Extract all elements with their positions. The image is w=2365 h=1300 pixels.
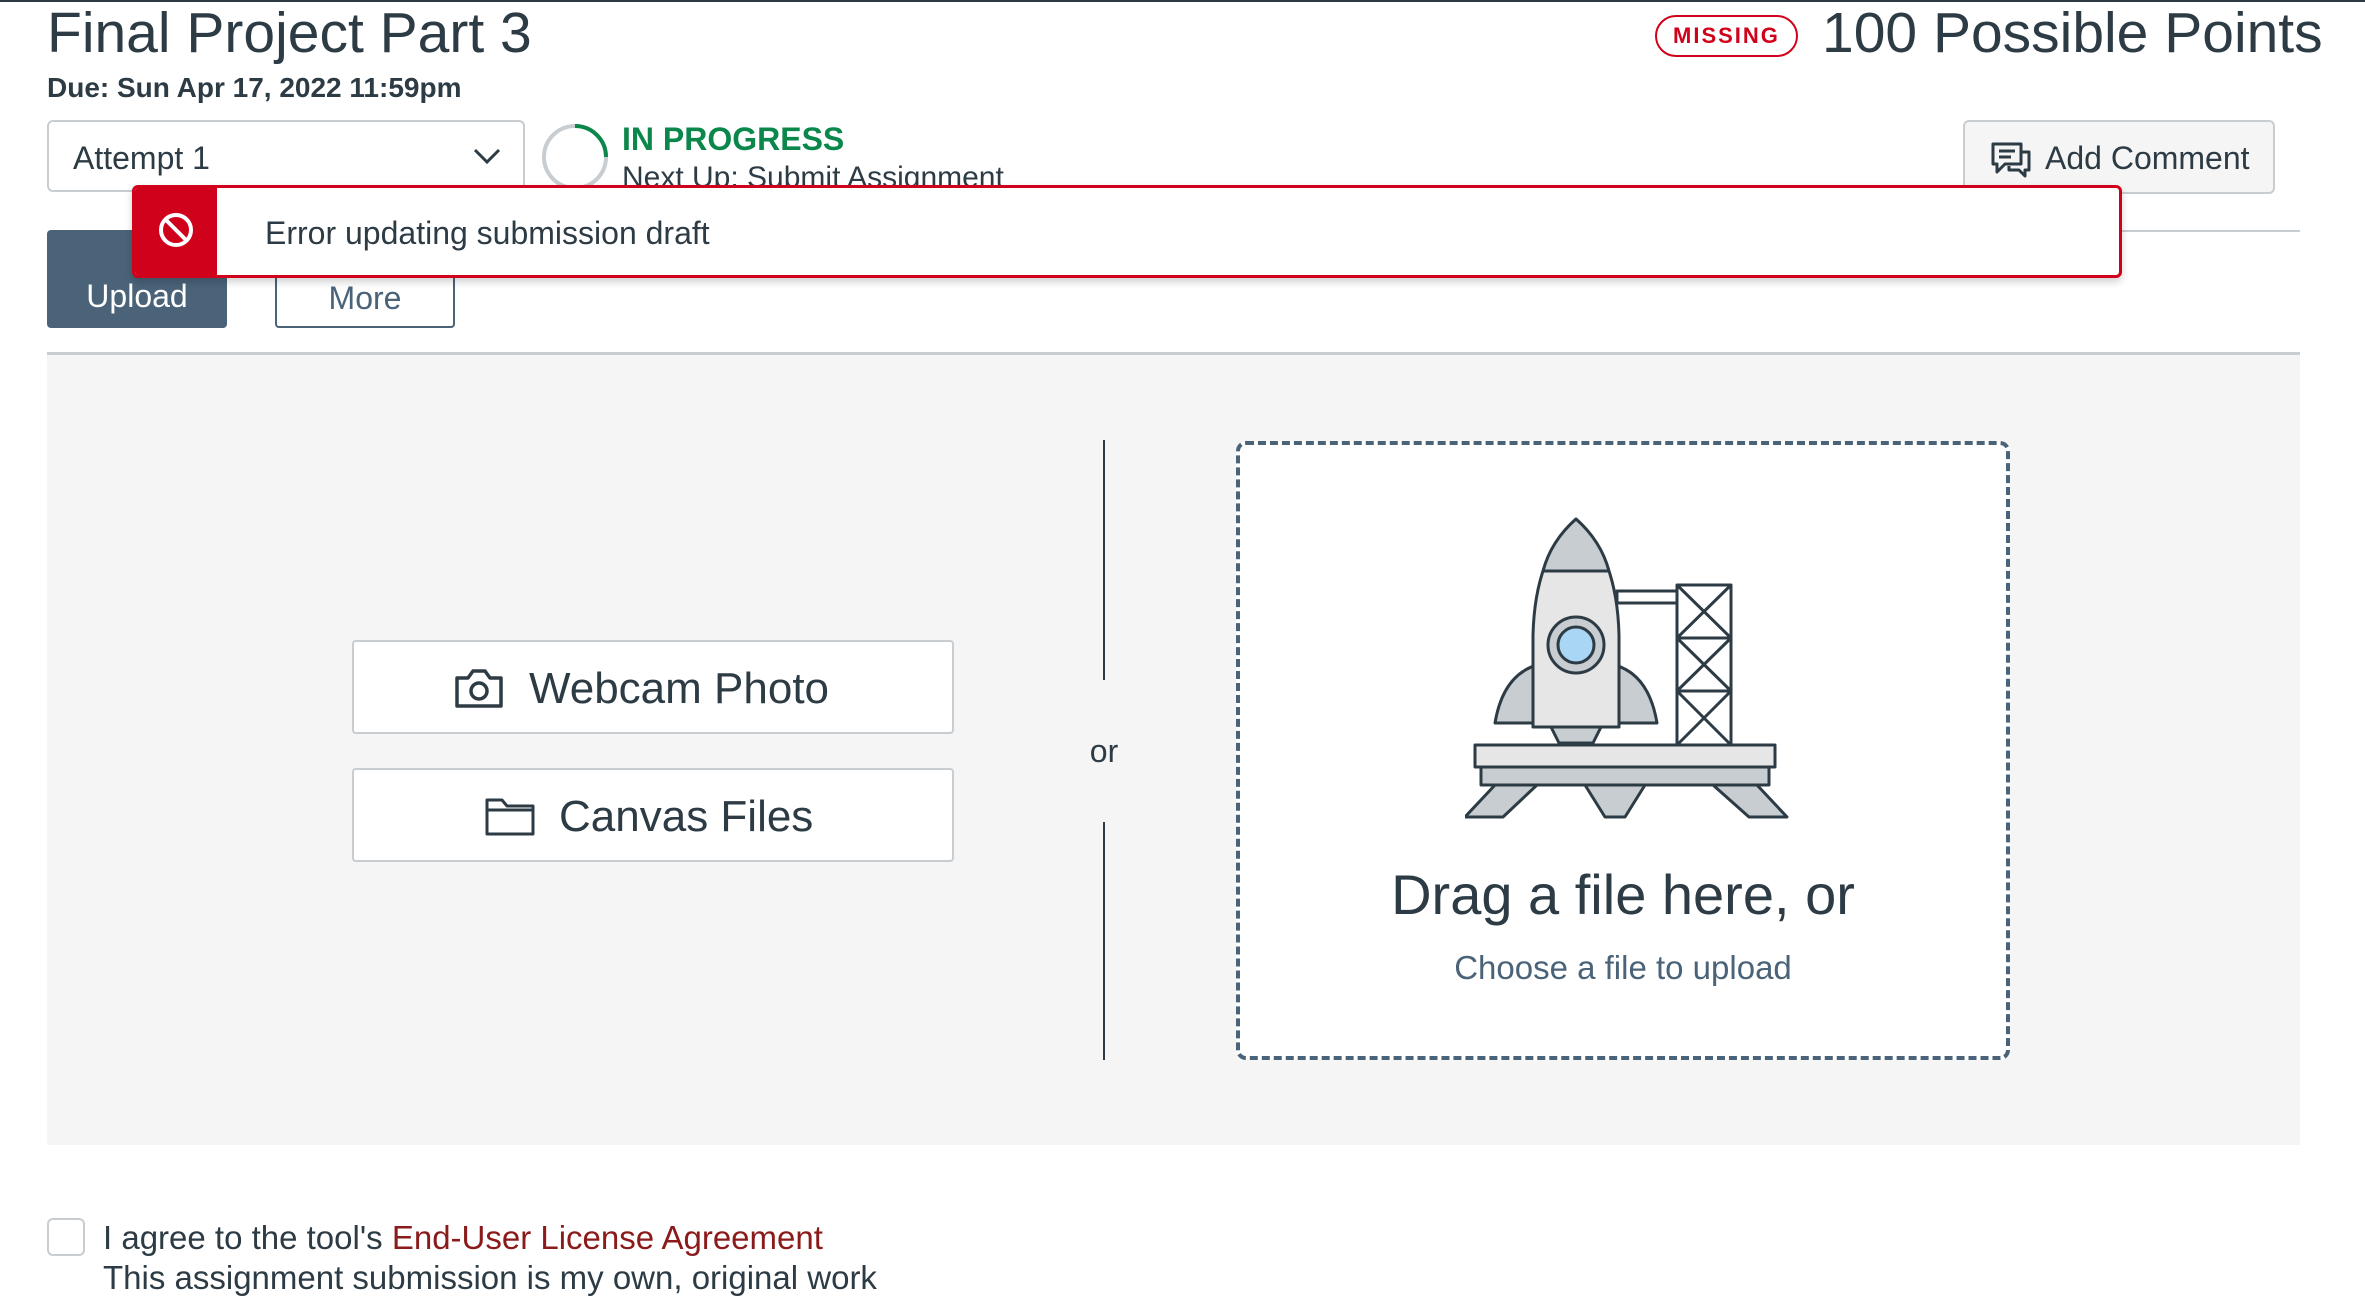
tab-more-label: More — [328, 280, 402, 316]
canvas-files-label: Canvas Files — [559, 792, 814, 841]
or-separator: or — [1089, 733, 1119, 769]
eula-prefix: I agree to the tool's — [103, 1219, 392, 1256]
progress-ring-icon — [542, 124, 608, 190]
drop-zone-title: Drag a file here, or — [1391, 863, 1855, 926]
eula-checkbox[interactable] — [47, 1218, 85, 1256]
chevron-down-icon — [473, 148, 501, 165]
original-work-statement: This assignment submission is my own, or… — [103, 1259, 877, 1296]
choose-file-link[interactable]: Choose a file to upload — [1240, 949, 2006, 987]
error-alert-icon-strip — [135, 188, 217, 275]
rocket-launch-icon — [1465, 517, 1789, 819]
camera-icon — [455, 669, 503, 708]
divider-line-bottom — [1103, 822, 1105, 1060]
attempt-select[interactable]: Attempt 1 — [47, 120, 525, 192]
possible-points: 100 Possible Points — [1822, 1, 2323, 65]
due-date: Due: Sun Apr 17, 2022 11:59pm — [47, 72, 462, 103]
folder-icon — [485, 798, 535, 836]
next-up-text: Next Up: Submit Assignment — [622, 161, 1004, 186]
add-comment-label: Add Comment — [2045, 140, 2250, 176]
comment-icon — [1991, 142, 2031, 178]
tab-upload-label: Upload — [86, 278, 188, 314]
divider-line-top — [1103, 440, 1105, 680]
eula-link[interactable]: End-User License Agreement — [392, 1219, 823, 1256]
add-comment-button[interactable]: Add Comment — [1963, 120, 2275, 194]
canvas-files-button[interactable]: Canvas Files — [352, 768, 954, 862]
error-message: Error updating submission draft — [265, 215, 710, 251]
error-alert: Error updating submission draft — [132, 185, 2122, 278]
no-entry-icon — [159, 213, 193, 247]
file-drop-zone[interactable]: Drag a file here, or Choose a file to up… — [1236, 441, 2010, 1060]
webcam-photo-label: Webcam Photo — [529, 664, 830, 713]
attempt-select-value: Attempt 1 — [73, 140, 210, 176]
missing-badge: MISSING — [1655, 15, 1798, 57]
webcam-photo-button[interactable]: Webcam Photo — [352, 640, 954, 734]
eula-agreement-text: I agree to the tool's End-User License A… — [103, 1218, 823, 1258]
progress-status: IN PROGRESS — [622, 121, 845, 157]
assignment-title: Final Project Part 3 — [47, 1, 532, 65]
